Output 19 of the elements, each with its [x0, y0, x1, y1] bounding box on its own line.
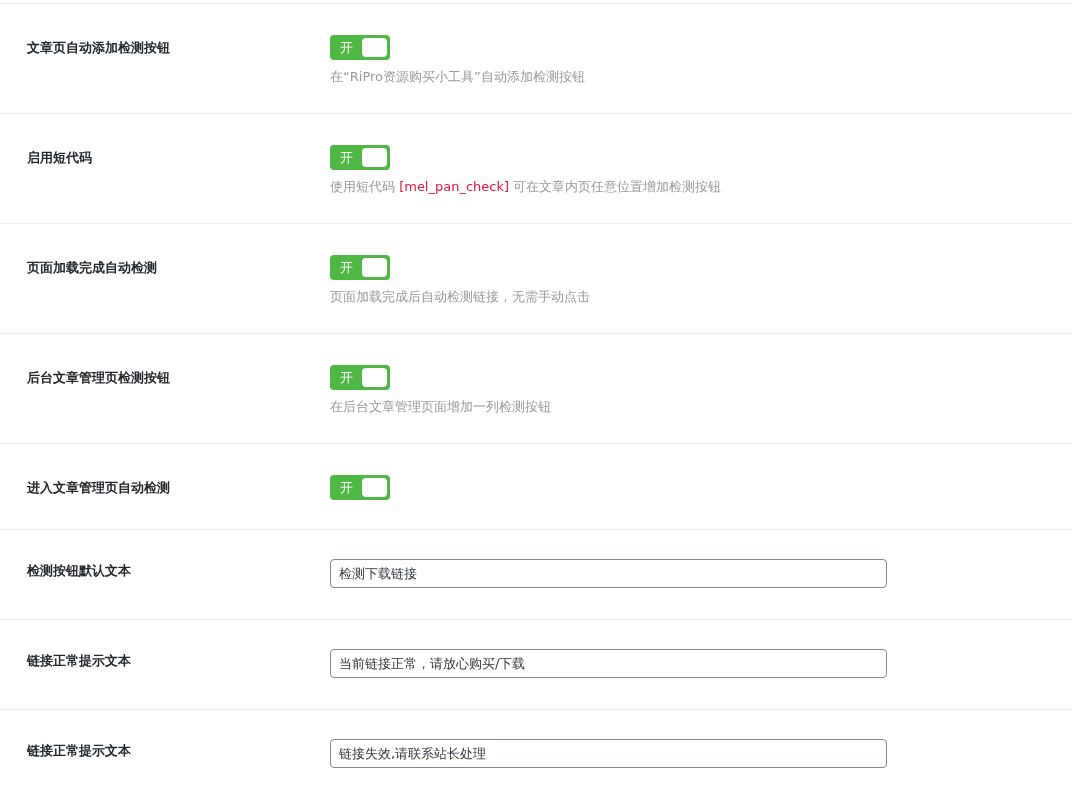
toggle-switch[interactable]: 开: [330, 145, 390, 170]
toggle-switch[interactable]: 开: [330, 255, 390, 280]
setting-label: 启用短代码: [27, 149, 92, 167]
toggle-switch[interactable]: 开: [330, 365, 390, 390]
setting-description: 使用短代码 [mel_pan_check] 可在文章内页任意位置增加检测按钮: [330, 178, 722, 196]
setting-label: 后台文章管理页检测按钮: [27, 369, 170, 387]
setting-label: 页面加载完成自动检测: [27, 259, 157, 277]
setting-label: 检测按钮默认文本: [27, 562, 131, 580]
input-field[interactable]: 当前链接正常，请放心购买/下载: [330, 649, 887, 678]
setting-label: 链接正常提示文本: [27, 742, 131, 760]
toggle-switch[interactable]: 开: [330, 35, 390, 60]
setting-description: 页面加载完成后自动检测链接，无需手动点击: [330, 288, 590, 306]
setting-label: 进入文章管理页自动检测: [27, 479, 170, 497]
input-field[interactable]: 链接失效,请联系站长处理: [330, 739, 887, 768]
input-field[interactable]: 检测下载链接: [330, 559, 887, 588]
setting-description: 在“RiPro资源购买小工具”自动添加检测按钮: [330, 68, 585, 86]
setting-label: 链接正常提示文本: [27, 652, 131, 670]
setting-label: 文章页自动添加检测按钮: [27, 39, 170, 57]
toggle-switch[interactable]: 开: [330, 475, 390, 500]
